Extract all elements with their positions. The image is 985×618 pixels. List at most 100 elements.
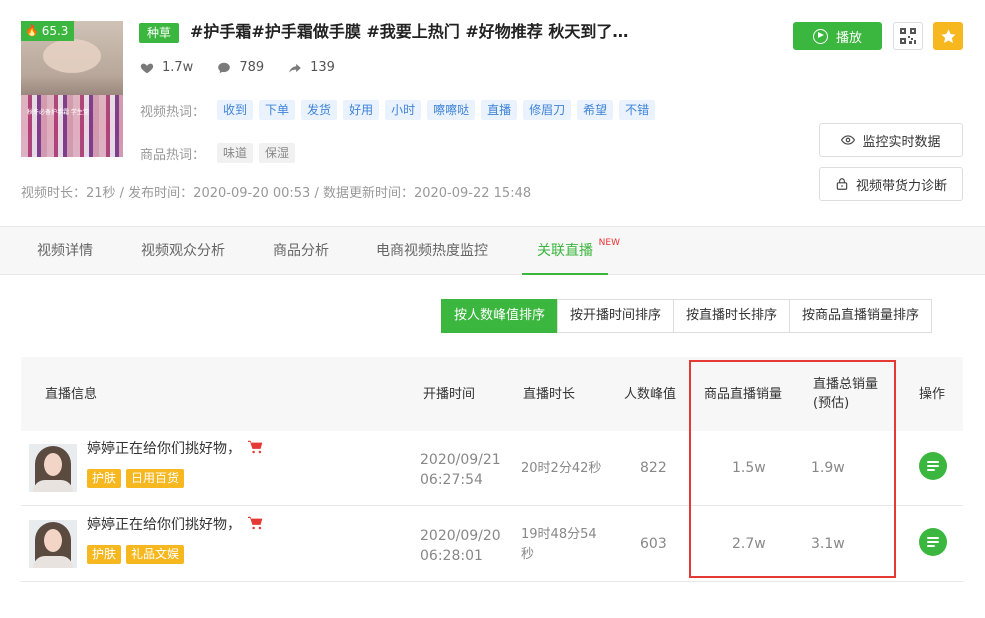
video-thumbnail[interactable]: 秋冬必备护手霜 学生党 — [21, 21, 123, 157]
video-meta: 视频时长：21秒 / 发布时间：2020-09-20 00:53 / 数据更新时… — [21, 186, 532, 201]
details-button[interactable] — [919, 528, 947, 556]
diagnose-label: 视频带货力诊断 — [855, 178, 947, 194]
hot-word-chip[interactable]: 希望 — [577, 100, 614, 120]
tab-audience-analysis[interactable]: 视频观众分析 — [141, 227, 225, 275]
hot-word-chip[interactable]: 修眉刀 — [523, 100, 572, 120]
tab-bar: 视频详情 视频观众分析 商品分析 电商视频热度监控 关联直播 NEW — [0, 226, 985, 275]
start-date: 2020/09/20 — [420, 528, 501, 544]
list-icon-line — [927, 545, 935, 547]
monitor-label: 监控实时数据 — [862, 134, 941, 150]
category-pill: 日用百货 — [126, 469, 185, 488]
thumbnail-hand — [43, 39, 101, 73]
sort-by-duration-button[interactable]: 按直播时长排序 — [673, 299, 791, 333]
likes-stat: 1.7w — [140, 60, 193, 75]
list-icon-line — [927, 461, 939, 463]
hot-word-chip[interactable]: 下单 — [259, 100, 296, 120]
hot-word-chip[interactable]: 好用 — [343, 100, 380, 120]
duration-cell: 20时2分42秒 — [521, 459, 601, 479]
play-button[interactable]: 播放 — [793, 22, 882, 50]
header-product-sales: 商品直播销量 — [704, 386, 783, 402]
header-total-sales-line2: (预估) — [813, 396, 850, 411]
header-operation: 操作 — [919, 386, 946, 402]
product-word-chip[interactable]: 保湿 — [259, 143, 296, 163]
product-words-label: 商品热词： — [140, 147, 206, 163]
total-sales-cell: 3.1w — [811, 536, 845, 552]
product-sales-cell: 1.5w — [732, 460, 766, 476]
product-hot-words: 商品热词： 味道 保湿 — [140, 143, 296, 163]
table-row: 婷婷正在给你们挑好物， 护肤 日用百货 2020/09/21 06:27:54 … — [21, 431, 963, 506]
hot-word-chip[interactable]: 直播 — [481, 100, 518, 120]
comments-count: 789 — [239, 60, 265, 75]
sort-button-group: 按人数峰值排序 按开播时间排序 按直播时长排序 按商品直播销量排序 — [441, 299, 933, 333]
sort-by-start-time-button[interactable]: 按开播时间排序 — [557, 299, 675, 333]
tab-related-live-label: 关联直播 — [537, 243, 593, 259]
table-row: 婷婷正在给你们挑好物， 护肤 礼品文娱 2020/09/20 06:28:01 … — [21, 507, 963, 582]
duration-cell: 19时48分54 秒 — [521, 525, 597, 565]
duration-line1: 20时2分42秒 — [521, 461, 602, 476]
header-peak-viewers: 人数峰值 — [624, 386, 677, 402]
tab-heat-monitor[interactable]: 电商视频热度监控 — [376, 227, 488, 275]
peak-viewers-cell: 603 — [640, 536, 667, 552]
sales-diagnosis-button[interactable]: 视频带货力诊断 — [819, 167, 963, 201]
table-header: 直播信息 开播时间 直播时长 人数峰值 商品直播销量 直播总销量 (预估) 操作 — [21, 357, 963, 431]
list-icon-line — [927, 537, 939, 539]
video-hot-words: 视频热词： 收到 下单 发货 好用 小时 嚓嚓哒 直播 修眉刀 希望 不错 — [140, 100, 656, 120]
start-time-cell: 2020/09/21 06:27:54 — [420, 450, 501, 490]
favorite-button[interactable] — [933, 22, 963, 50]
comment-icon — [218, 62, 231, 73]
hot-score-badge: 🔥 65.3 — [21, 21, 75, 41]
tab-product-analysis[interactable]: 商品分析 — [273, 227, 329, 275]
details-button[interactable] — [919, 452, 947, 480]
tab-related-live[interactable]: 关联直播 NEW — [522, 227, 620, 275]
hot-word-chip[interactable]: 发货 — [301, 100, 338, 120]
header-total-sales: 直播总销量 (预估) — [813, 357, 878, 431]
category-tags: 护肤 日用百货 — [87, 469, 185, 488]
eye-icon — [841, 135, 856, 145]
monitor-realtime-button[interactable]: 监控实时数据 — [819, 123, 963, 157]
hot-word-chip[interactable]: 小时 — [385, 100, 422, 120]
tab-video-details[interactable]: 视频详情 — [37, 227, 93, 275]
anchor-name[interactable]: 婷婷正在给你们挑好物， — [87, 514, 241, 534]
start-date: 2020/09/21 — [420, 452, 501, 468]
hot-word-chip[interactable]: 收到 — [217, 100, 254, 120]
avatar-body — [33, 480, 73, 492]
start-time-cell: 2020/09/20 06:28:01 — [420, 526, 501, 566]
header-live-info: 直播信息 — [45, 386, 98, 402]
avatar[interactable] — [29, 520, 77, 568]
shares-stat: 139 — [288, 60, 335, 75]
hot-word-chip[interactable]: 嚓嚓哒 — [427, 100, 476, 120]
anchor-name[interactable]: 婷婷正在给你们挑好物， — [87, 438, 241, 458]
avatar-body — [33, 556, 73, 568]
hot-word-chip[interactable]: 不错 — [619, 100, 656, 120]
peak-viewers-cell: 822 — [640, 460, 667, 476]
flame-icon: 🔥 — [25, 24, 39, 37]
new-badge: NEW — [598, 238, 620, 248]
hot-score-value: 65.3 — [41, 24, 69, 38]
list-icon-line — [927, 469, 935, 471]
cart-icon — [248, 516, 263, 530]
sort-by-product-sales-button[interactable]: 按商品直播销量排序 — [789, 299, 933, 333]
list-icon-line — [927, 465, 939, 467]
thumbnail-caption: 秋冬必备护手霜 学生党 — [27, 109, 89, 116]
category-pill: 礼品文娱 — [126, 545, 185, 564]
sort-by-peak-button[interactable]: 按人数峰值排序 — [441, 299, 559, 333]
thumbnail-products — [21, 95, 123, 157]
avatar[interactable] — [29, 444, 77, 492]
duration-line1: 19时48分54 — [521, 527, 597, 542]
duration-line2: 秒 — [521, 547, 535, 562]
hot-words-label: 视频热词： — [140, 104, 206, 120]
category-tags: 护肤 礼品文娱 — [87, 545, 185, 564]
shares-count: 139 — [310, 60, 335, 75]
share-icon — [289, 63, 301, 73]
qr-code-button[interactable] — [893, 22, 923, 50]
start-clock: 06:27:54 — [420, 472, 483, 488]
lock-icon — [836, 178, 848, 190]
category-pill: 护肤 — [87, 469, 122, 488]
product-word-chip[interactable]: 味道 — [217, 143, 254, 163]
avatar-face — [44, 529, 62, 552]
header-total-sales-line1: 直播总销量 — [813, 377, 879, 392]
comments-stat: 789 — [217, 60, 264, 75]
likes-count: 1.7w — [162, 60, 194, 75]
header-start-time: 开播时间 — [423, 386, 476, 402]
total-sales-cell: 1.9w — [811, 460, 845, 476]
